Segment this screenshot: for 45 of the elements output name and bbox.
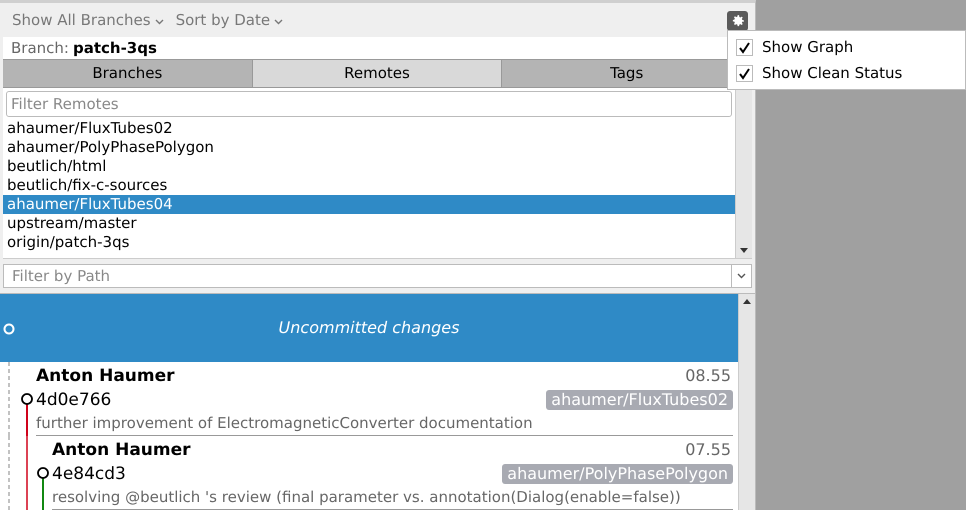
filter-remotes-field[interactable]: Filter Remotes [6, 91, 732, 117]
menu-label: Show Clean Status [762, 62, 902, 84]
settings-button[interactable] [727, 11, 748, 31]
commit-message: resolving @beutlich 's review (final parameter vs. annotation(Dialog(enable=false)) [52, 488, 682, 505]
checkbox[interactable] [736, 38, 753, 56]
remote-item[interactable]: upstream/master [3, 214, 735, 233]
commit-hash: 4e84cd3 [52, 464, 126, 483]
scrollbar[interactable] [738, 294, 755, 510]
check-icon [738, 66, 751, 80]
commit-author: Anton Haumer [36, 367, 175, 386]
remote-item[interactable]: ahaumer/PolyPhasePolygon [3, 138, 735, 157]
commit-message: further improvement of ElectromagneticConverter documentation [36, 414, 534, 431]
branch-tag: ahaumer/PolyPhasePolygon [502, 464, 733, 484]
sort-dropdown[interactable]: Sort by Date [176, 8, 284, 32]
commit-hash: 4d0e766 [36, 390, 112, 409]
scroll-up-icon[interactable] [742, 298, 752, 304]
uncommitted-label: Uncommitted changes [278, 317, 460, 339]
graph-node-icon [3, 323, 15, 335]
filter-path-field[interactable]: Filter by Path [3, 264, 732, 288]
settings-icon [730, 14, 744, 28]
branch-tag: ahaumer/FluxTubes02 [546, 390, 733, 410]
remote-item[interactable]: beutlich/html [3, 157, 735, 176]
caret-icon [737, 273, 746, 279]
menu-item[interactable]: Show Graph [728, 34, 965, 60]
branch-filter-dropdown[interactable]: Show All Branches [12, 8, 164, 32]
remote-item[interactable]: origin/patch-3qs [3, 233, 735, 252]
caret-icon [274, 19, 284, 25]
remote-item[interactable]: ahaumer/FluxTubes02 [3, 119, 735, 138]
check-icon [738, 40, 751, 54]
tab[interactable]: Remotes [252, 60, 502, 87]
scrollbar[interactable] [735, 88, 752, 258]
uncommitted-row[interactable]: Uncommitted changes [0, 294, 738, 362]
scroll-down-icon[interactable] [739, 248, 749, 254]
remote-item[interactable]: ahaumer/FluxTubes04 [3, 195, 735, 214]
tab[interactable]: Branches [3, 60, 253, 87]
branch-label: Branch: [11, 38, 69, 59]
commit-author: Anton Haumer [52, 441, 191, 460]
menu-label: Show Graph [762, 36, 854, 58]
branch-name: patch-3qs [72, 38, 157, 59]
caret-icon [154, 19, 164, 25]
path-dropdown-button[interactable] [732, 264, 752, 288]
commit-time: 08.55 [685, 367, 732, 386]
remote-item[interactable]: beutlich/fix-c-sources [3, 176, 735, 195]
commit-time: 07.55 [685, 441, 732, 460]
checkbox[interactable] [736, 64, 753, 82]
